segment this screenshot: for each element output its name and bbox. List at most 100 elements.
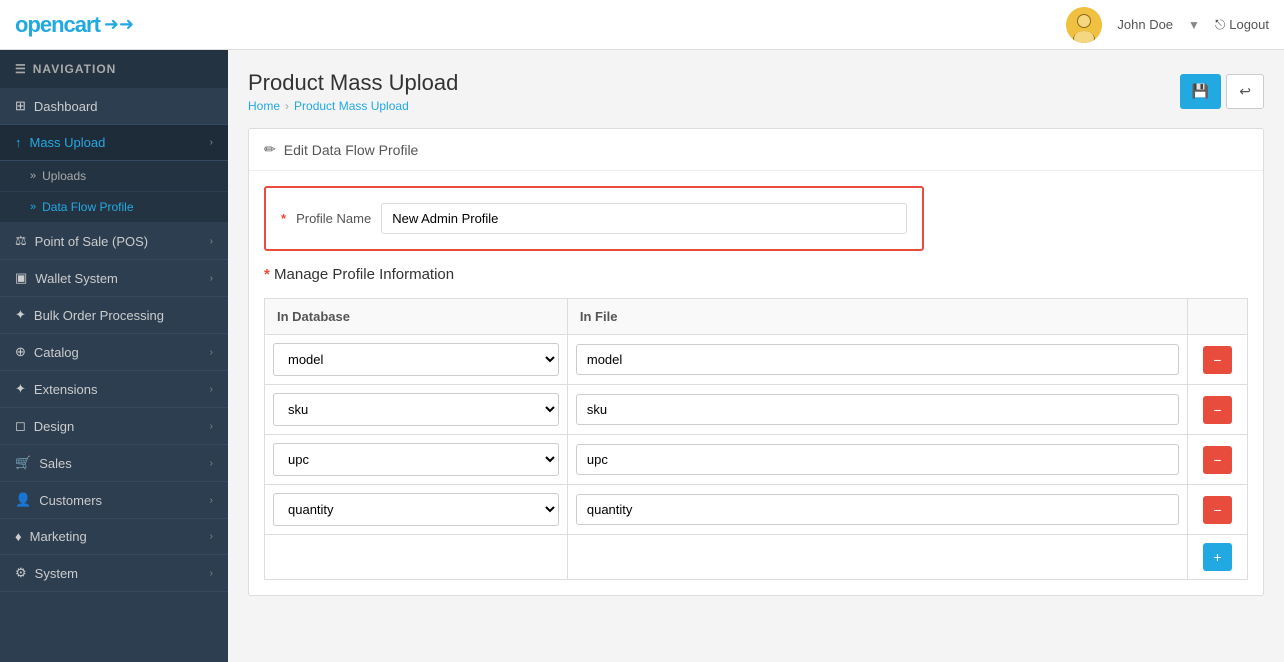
- action-cell: −: [1188, 385, 1248, 435]
- file-input-0[interactable]: [576, 344, 1179, 375]
- sales-arrow: ›: [210, 458, 213, 469]
- sidebar-item-wallet[interactable]: ▣ Wallet System ›: [0, 260, 228, 297]
- db-cell: modelskuupcquantitynamepricestatusweight: [265, 335, 568, 385]
- logout-button[interactable]: ⎋ Logout: [1215, 17, 1269, 33]
- card-header-label: Edit Data Flow Profile: [284, 142, 419, 158]
- header-right: John Doe ▼ ⎋ Logout: [1066, 7, 1269, 43]
- table-row: modelskuupcquantitynamepricestatusweight…: [265, 385, 1248, 435]
- file-cell: [567, 385, 1187, 435]
- sidebar-sub-data-flow-profile[interactable]: Data Flow Profile: [0, 192, 228, 223]
- user-dropdown-icon[interactable]: ▼: [1188, 18, 1200, 32]
- db-cell: modelskuupcquantitynamepricestatusweight: [265, 485, 568, 535]
- logo-icon: ➜➜: [104, 14, 134, 35]
- user-name[interactable]: John Doe: [1117, 17, 1173, 32]
- add-db-cell: [265, 535, 568, 580]
- action-cell: −: [1188, 335, 1248, 385]
- upload-icon: ↑: [15, 135, 22, 150]
- sidebar-item-mass-upload[interactable]: ↑ Mass Upload ›: [0, 125, 228, 161]
- main-layout: ☰ NAVIGATION ⊞ Dashboard ↑ Mass Upload ›…: [0, 50, 1284, 662]
- page-title: Product Mass Upload: [248, 70, 458, 96]
- remove-button-3[interactable]: −: [1203, 496, 1231, 524]
- sidebar-item-extensions[interactable]: ✦ Extensions ›: [0, 371, 228, 408]
- profile-name-input[interactable]: [381, 203, 907, 234]
- catalog-arrow: ›: [210, 347, 213, 358]
- breadcrumb-current: Product Mass Upload: [294, 99, 409, 113]
- db-select-3[interactable]: modelskuupcquantitynamepricestatusweight: [273, 493, 559, 526]
- card-body: * Profile Name * Manage Profile Informat…: [249, 171, 1263, 595]
- page-actions: 💾 ↩: [1180, 74, 1264, 109]
- sidebar-item-bulk-order[interactable]: ✦ Bulk Order Processing: [0, 297, 228, 334]
- manage-required-star: *: [264, 266, 270, 283]
- db-select-0[interactable]: modelskuupcquantitynamepricestatusweight: [273, 343, 559, 376]
- add-row: +: [265, 535, 1248, 580]
- edit-icon: ✏: [264, 141, 276, 158]
- catalog-icon: ⊕: [15, 344, 26, 360]
- top-header: opencart ➜➜ John Doe ▼ ⎋ Logout: [0, 0, 1284, 50]
- customers-icon: 👤: [15, 492, 31, 508]
- manage-header-label: Manage Profile Information: [274, 266, 454, 283]
- db-select-1[interactable]: modelskuupcquantitynamepricestatusweight: [273, 393, 559, 426]
- bulk-order-icon: ✦: [15, 307, 26, 323]
- remove-button-1[interactable]: −: [1203, 396, 1231, 424]
- col-in-file: In File: [567, 299, 1187, 335]
- sidebar-item-pos[interactable]: ⚖ Point of Sale (POS) ›: [0, 223, 228, 260]
- add-file-cell: [567, 535, 1187, 580]
- table-row: modelskuupcquantitynamepricestatusweight…: [265, 435, 1248, 485]
- profile-name-label: Profile Name: [296, 211, 371, 226]
- wallet-icon: ▣: [15, 270, 27, 286]
- manage-section-header: * Manage Profile Information: [264, 266, 1248, 283]
- breadcrumb: Home › Product Mass Upload: [248, 99, 458, 113]
- sidebar-item-dashboard[interactable]: ⊞ Dashboard: [0, 88, 228, 125]
- logo-text: opencart: [15, 12, 100, 38]
- system-icon: ⚙: [15, 565, 27, 581]
- remove-button-0[interactable]: −: [1203, 346, 1231, 374]
- design-icon: ◻: [15, 418, 26, 434]
- sidebar-item-catalog[interactable]: ⊕ Catalog ›: [0, 334, 228, 371]
- back-button[interactable]: ↩: [1226, 74, 1264, 109]
- mass-upload-submenu: Uploads Data Flow Profile: [0, 161, 228, 223]
- logout-icon: ⎋: [1215, 17, 1225, 33]
- card-header: ✏ Edit Data Flow Profile: [249, 129, 1263, 171]
- action-cell: −: [1188, 485, 1248, 535]
- db-select-2[interactable]: modelskuupcquantitynamepricestatusweight: [273, 443, 559, 476]
- file-input-3[interactable]: [576, 494, 1179, 525]
- pos-icon: ⚖: [15, 233, 27, 249]
- file-input-1[interactable]: [576, 394, 1179, 425]
- edit-card: ✏ Edit Data Flow Profile * Profile Name …: [248, 128, 1264, 596]
- col-actions: [1188, 299, 1248, 335]
- sidebar-item-customers[interactable]: 👤 Customers ›: [0, 482, 228, 519]
- profile-name-box: * Profile Name: [264, 186, 924, 251]
- db-cell: modelskuupcquantitynamepricestatusweight: [265, 385, 568, 435]
- logo: opencart ➜➜: [15, 12, 134, 38]
- sidebar-item-design[interactable]: ◻ Design ›: [0, 408, 228, 445]
- file-input-2[interactable]: [576, 444, 1179, 475]
- design-arrow: ›: [210, 421, 213, 432]
- file-cell: [567, 435, 1187, 485]
- table-row: modelskuupcquantitynamepricestatusweight…: [265, 485, 1248, 535]
- action-cell: −: [1188, 435, 1248, 485]
- file-cell: [567, 485, 1187, 535]
- customers-arrow: ›: [210, 495, 213, 506]
- sales-icon: 🛒: [15, 455, 31, 471]
- marketing-arrow: ›: [210, 531, 213, 542]
- breadcrumb-home[interactable]: Home: [248, 99, 280, 113]
- breadcrumb-separator: ›: [285, 99, 289, 113]
- save-button[interactable]: 💾: [1180, 74, 1221, 109]
- table-row: modelskuupcquantitynamepricestatusweight…: [265, 335, 1248, 385]
- sidebar-item-system[interactable]: ⚙ System ›: [0, 555, 228, 592]
- page-header: Product Mass Upload Home › Product Mass …: [248, 70, 1264, 113]
- db-cell: modelskuupcquantitynamepricestatusweight: [265, 435, 568, 485]
- table-header-row: In Database In File: [265, 299, 1248, 335]
- add-row-button[interactable]: +: [1203, 543, 1231, 571]
- content-area: Product Mass Upload Home › Product Mass …: [228, 50, 1284, 662]
- nav-header: ☰ NAVIGATION: [0, 50, 228, 88]
- sidebar-item-sales[interactable]: 🛒 Sales ›: [0, 445, 228, 482]
- sidebar-item-marketing[interactable]: ♦ Marketing ›: [0, 519, 228, 555]
- system-arrow: ›: [210, 568, 213, 579]
- remove-button-2[interactable]: −: [1203, 446, 1231, 474]
- avatar: [1066, 7, 1102, 43]
- sidebar: ☰ NAVIGATION ⊞ Dashboard ↑ Mass Upload ›…: [0, 50, 228, 662]
- file-cell: [567, 335, 1187, 385]
- sidebar-sub-uploads[interactable]: Uploads: [0, 161, 228, 192]
- wallet-arrow: ›: [210, 273, 213, 284]
